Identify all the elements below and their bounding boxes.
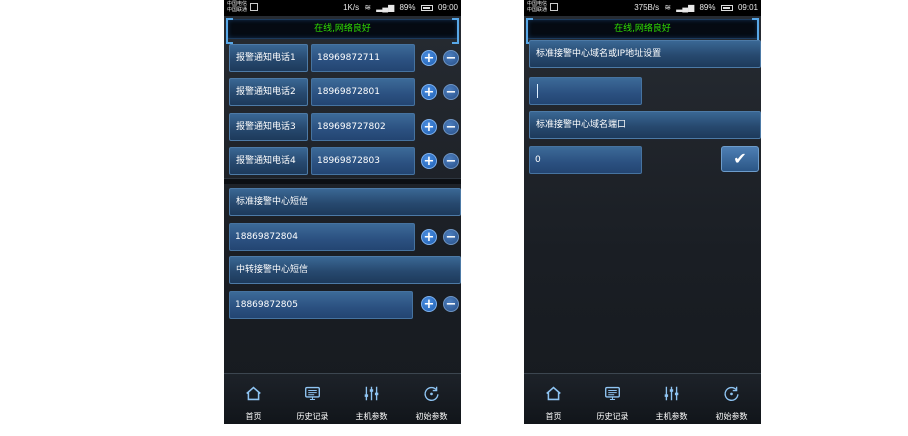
connection-status-banner: 在线,网络良好 xyxy=(526,18,759,44)
nav-item-host-params[interactable]: 主机参数 xyxy=(342,374,401,424)
nav-label: 历史记录 xyxy=(596,412,629,421)
carrier-name: 中国联通 xyxy=(227,7,248,13)
alarm-phone-input-2[interactable]: 18969872801 xyxy=(311,78,415,106)
nav-label: 主机参数 xyxy=(355,412,388,421)
relay-center-sms-input[interactable]: 18869872805 xyxy=(229,291,413,319)
nav-item-home[interactable]: 首页 xyxy=(224,374,283,424)
battery-percent: 89% xyxy=(399,3,416,12)
nav-label: 历史记录 xyxy=(296,412,329,421)
add-button[interactable]: + xyxy=(421,50,437,66)
battery-icon xyxy=(420,4,433,11)
alarm-phone-label-4: 报警通知电话4 xyxy=(229,147,308,175)
phone-screen-1: 中国电信 中国联通 1K/s ≋ ▂▄▆ 89% 09:00 在线,网络良好 报… xyxy=(224,0,461,424)
status-right: 1K/s ≋ ▂▄▆ 89% 09:00 xyxy=(340,3,458,12)
relay-center-sms-label: 中转接警中心短信 xyxy=(229,256,461,284)
monitor-history-icon xyxy=(605,386,620,400)
battery-percent: 89% xyxy=(699,3,716,12)
alarm-phone-label-2: 报警通知电话2 xyxy=(229,78,308,106)
sliders-icon xyxy=(664,386,679,401)
remove-button[interactable]: − xyxy=(443,119,459,135)
home-icon xyxy=(546,386,561,401)
carrier-info: 中国电信 中国联通 xyxy=(227,1,247,13)
remove-button[interactable]: − xyxy=(443,153,459,169)
battery-icon xyxy=(720,4,733,11)
network-speed: 375B/s xyxy=(634,3,660,12)
add-button[interactable]: + xyxy=(421,296,437,312)
remove-button[interactable]: − xyxy=(443,84,459,100)
standard-center-sms-input[interactable]: 18869872804 xyxy=(229,223,415,251)
carrier-info: 中国电信 中国联通 xyxy=(527,1,547,13)
sliders-icon xyxy=(364,386,379,401)
add-button[interactable]: + xyxy=(421,153,437,169)
reset-icon xyxy=(724,386,739,401)
add-button[interactable]: + xyxy=(421,84,437,100)
nav-item-history[interactable]: 历史记录 xyxy=(583,374,642,424)
nav-label: 首页 xyxy=(245,412,262,421)
bottom-nav: 首页 历史记录 主机参数 初始参数 xyxy=(524,373,761,424)
phone-screen-2: 中国电信 中国联通 375B/s ≋ ▂▄▆ 89% 09:01 在线,网络良好… xyxy=(524,0,761,424)
alarm-phone-input-3[interactable]: 189698727802 xyxy=(311,113,415,141)
image-notification-icon xyxy=(250,3,258,11)
clock: 09:00 xyxy=(437,3,458,12)
bottom-nav: 首页 历史记录 主机参数 初始参数 xyxy=(224,373,461,424)
alarm-phone-label-1: 报警通知电话1 xyxy=(229,44,308,72)
alarm-phone-input-1[interactable]: 18969872711 xyxy=(311,44,415,72)
confirm-button[interactable]: ✔ xyxy=(721,146,759,172)
domain-ip-input[interactable] xyxy=(529,77,642,105)
network-speed: 1K/s xyxy=(343,3,360,12)
wifi-icon: ≋ xyxy=(364,3,372,12)
carrier-name: 中国联通 xyxy=(527,7,548,13)
nav-label: 初始参数 xyxy=(715,412,748,421)
nav-item-home[interactable]: 首页 xyxy=(524,374,583,424)
image-notification-icon xyxy=(550,3,558,11)
remove-button[interactable]: − xyxy=(443,229,459,245)
alarm-phone-input-4[interactable]: 18969872803 xyxy=(311,147,415,175)
nav-item-host-params[interactable]: 主机参数 xyxy=(642,374,701,424)
add-button[interactable]: + xyxy=(421,119,437,135)
remove-button[interactable]: − xyxy=(443,296,459,312)
nav-label: 初始参数 xyxy=(415,412,448,421)
domain-ip-setting-label: 标准接警中心域名或IP地址设置 xyxy=(529,40,761,68)
domain-port-input[interactable]: 0 xyxy=(529,146,642,174)
reset-icon xyxy=(424,386,439,401)
signal-icon: ▂▄▆ xyxy=(676,3,695,12)
nav-item-history[interactable]: 历史记录 xyxy=(283,374,342,424)
add-button[interactable]: + xyxy=(421,229,437,245)
nav-item-initial-params[interactable]: 初始参数 xyxy=(702,374,761,424)
home-icon xyxy=(246,386,261,401)
status-bar: 中国电信 中国联通 375B/s ≋ ▂▄▆ 89% 09:01 xyxy=(524,0,761,16)
text-cursor xyxy=(537,84,538,98)
clock: 09:01 xyxy=(737,3,758,12)
status-bar: 中国电信 中国联通 1K/s ≋ ▂▄▆ 89% 09:00 xyxy=(224,0,461,16)
status-right: 375B/s ≋ ▂▄▆ 89% 09:01 xyxy=(631,3,758,12)
section-divider xyxy=(224,178,461,184)
connection-status-banner: 在线,网络良好 xyxy=(226,18,459,44)
nav-label: 首页 xyxy=(545,412,562,421)
nav-item-initial-params[interactable]: 初始参数 xyxy=(402,374,461,424)
remove-button[interactable]: − xyxy=(443,50,459,66)
nav-label: 主机参数 xyxy=(655,412,688,421)
domain-port-label: 标准接警中心域名端口 xyxy=(529,111,761,139)
wifi-icon: ≋ xyxy=(664,3,672,12)
standard-center-sms-label: 标准接警中心短信 xyxy=(229,188,461,216)
signal-icon: ▂▄▆ xyxy=(376,3,395,12)
monitor-history-icon xyxy=(305,386,320,400)
alarm-phone-label-3: 报警通知电话3 xyxy=(229,113,308,141)
